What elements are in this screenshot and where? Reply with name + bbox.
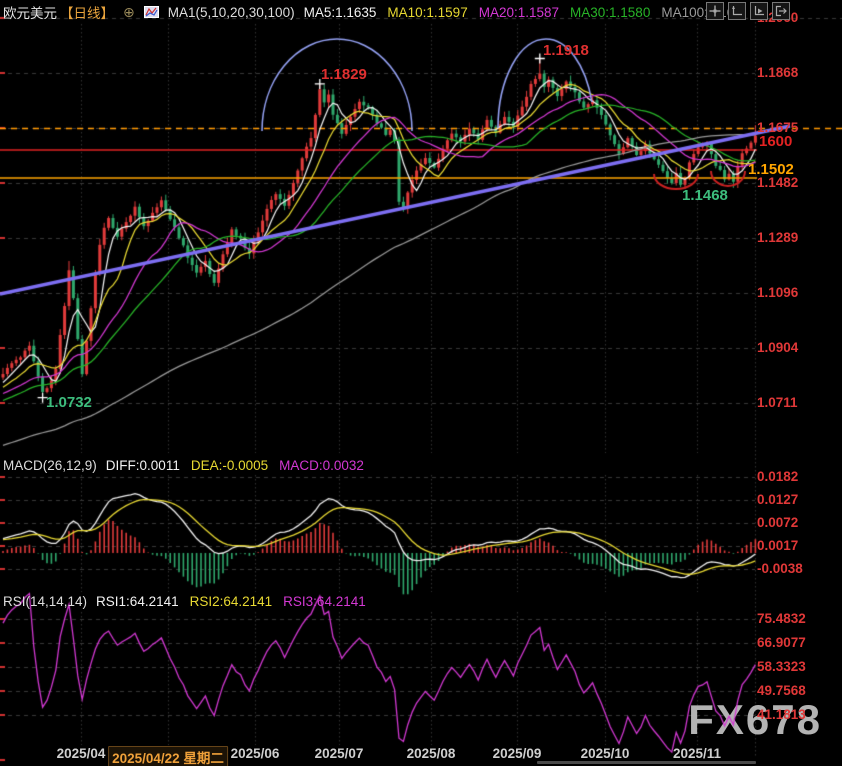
exit-chart-icon[interactable] (772, 2, 790, 20)
ma-value: MA30:1.1580 (570, 5, 650, 20)
rsi-indicator-header: RSI(14,14,14) RSI1:64.2141 RSI2:64.2141 RS… (3, 594, 366, 609)
rsi-value: RSI2:64.2141 (190, 594, 273, 609)
chart-toolbar (706, 2, 790, 20)
price-axis-label: 1.1096 (757, 285, 798, 300)
chart-type-icon[interactable] (144, 6, 159, 18)
ma-value: MA10:1.1597 (387, 5, 467, 20)
date-label: 2025/09 (493, 746, 542, 761)
date-label: 2025/07 (315, 746, 364, 761)
axis-scale-left-icon[interactable] (728, 2, 746, 20)
macd-value: DEA:-0.0005 (191, 458, 268, 473)
date-label: 2025/06 (231, 746, 280, 761)
macd-axis-label: 0.0182 (757, 469, 798, 484)
price-axis-label: 1.1868 (757, 65, 798, 80)
macd-params-label: MACD(26,12,9) (3, 458, 97, 473)
macd-axis-label: 0.0127 (757, 492, 798, 507)
macd-axis-label: 0.0017 (757, 538, 798, 553)
price-axis-label: 1.0904 (757, 340, 798, 355)
axis-scale-play-icon[interactable] (750, 2, 768, 20)
rsi-value: RSI1:64.2141 (96, 594, 179, 609)
macd-indicator-header: MACD(26,12,9) DIFF:0.0011 DEA:-0.0005 MACD… (3, 458, 364, 473)
instrument-title[interactable]: 欧元美元 (3, 2, 57, 22)
rsi-axis-label: 58.3323 (757, 659, 806, 674)
macd-axis-label: -0.0038 (757, 561, 803, 576)
date-label: 2025/11 (673, 746, 721, 761)
scrollbar-thumb[interactable] (537, 761, 756, 764)
price-annotation: 1.1918 (543, 42, 589, 59)
pan-crosshair-icon[interactable] (706, 2, 724, 20)
rsi-value: RSI3:64.2141 (283, 594, 366, 609)
price-axis-label: 1.1289 (757, 230, 798, 245)
date-label: 2025/10 (581, 746, 630, 761)
level-line-label: 1600 (759, 133, 792, 150)
price-annotation: 1.0732 (46, 394, 92, 411)
period-label[interactable]: 【日线】 (60, 2, 114, 22)
rsi-axis-label: 41.1813 (757, 707, 806, 722)
ma-value: MA5:1.1635 (304, 5, 377, 20)
ma-params-label: MA1(5,10,20,30,100) (168, 5, 295, 20)
date-label: 2025/08 (407, 746, 456, 761)
price-axis-label: 1.0711 (757, 395, 798, 410)
macd-value: DIFF:0.0011 (106, 458, 180, 473)
date-label-selected: 2025/04/22 星期二 (108, 746, 228, 766)
rsi-axis-label: 66.9077 (757, 635, 806, 650)
rsi-axis-label: 75.4832 (757, 611, 806, 626)
level-line-label: 1.1502 (748, 161, 794, 178)
ma-value: MA20:1.1587 (479, 5, 559, 20)
macd-axis-label: 0.0072 (757, 515, 798, 530)
price-annotation: 1.1829 (321, 66, 367, 83)
add-indicator-icon[interactable]: ⊕ (123, 4, 135, 21)
chart-canvas[interactable] (0, 0, 842, 766)
chart-window: FX678 欧元美元【日线】 ⊕ MA1(5,10,20,30,100) MA5… (0, 0, 842, 766)
main-indicator-header: 欧元美元【日线】 ⊕ MA1(5,10,20,30,100) MA5:1.163… (3, 2, 734, 22)
rsi-params-label: RSI(14,14,14) (3, 594, 87, 609)
rsi-axis-label: 49.7568 (757, 683, 806, 698)
macd-value: MACD:0.0032 (279, 458, 364, 473)
price-annotation: 1.1468 (682, 187, 728, 204)
date-label: 2025/04 (57, 746, 106, 761)
